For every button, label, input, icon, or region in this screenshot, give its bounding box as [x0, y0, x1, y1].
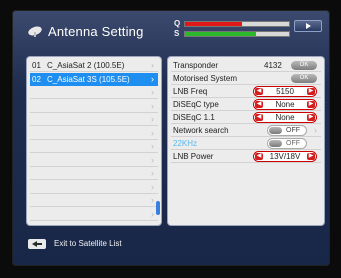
chevron-right-icon: ›	[151, 141, 154, 151]
transponder-value: 4132	[264, 61, 282, 70]
satellite-list-item[interactable]: ›	[30, 140, 158, 153]
chevron-right-icon: ›	[151, 181, 154, 192]
quality-label: Q	[174, 19, 181, 28]
satellite-list-item[interactable]: ›	[30, 181, 158, 194]
satellite-list-item[interactable]: ›	[30, 208, 158, 221]
motorised-ok-button[interactable]: OK	[291, 74, 317, 83]
toggle-knob	[269, 127, 282, 134]
arrow-left-icon[interactable]: ◀	[255, 101, 263, 108]
header: Antenna Setting Q S	[12, 10, 330, 46]
toggle-knob	[269, 140, 282, 147]
arrow-right-icon[interactable]: ▶	[307, 114, 315, 121]
motorised-row[interactable]: Motorised System OK	[171, 72, 321, 85]
satellite-name: C_AsiaSat 2 (100.5E)	[47, 61, 125, 70]
diseqc-type-label: DiSEqC type	[173, 100, 219, 109]
22khz-toggle[interactable]: OFF	[267, 138, 307, 149]
arrow-left-icon[interactable]: ◀	[255, 114, 263, 121]
motorised-label: Motorised System	[173, 74, 238, 83]
satellite-list-item[interactable]: ›	[30, 194, 158, 207]
strength-label: S	[174, 29, 180, 38]
arrow-right-icon[interactable]: ▶	[307, 153, 315, 160]
satellite-list-item[interactable]: ›	[30, 127, 158, 140]
diseqc-type-selector[interactable]: ◀ None ▶	[253, 99, 317, 110]
lnb-freq-selector[interactable]: ◀ 5150 ▶	[253, 86, 317, 97]
arrow-right-icon[interactable]: ▶	[307, 88, 315, 95]
22khz-row[interactable]: 22KHz OFF	[171, 137, 321, 150]
arrow-left-icon[interactable]: ◀	[255, 88, 263, 95]
satellite-list-item[interactable]: ›	[30, 154, 158, 167]
right-triangle-icon	[306, 23, 311, 29]
next-page-button[interactable]	[294, 20, 322, 32]
page-title: Antenna Setting	[48, 24, 144, 39]
chevron-right-icon: ›	[151, 100, 154, 111]
network-search-row[interactable]: Network search OFF ›	[171, 124, 321, 137]
satellite-number: 01	[32, 61, 41, 70]
lnb-freq-row[interactable]: LNB Freq ◀ 5150 ▶	[171, 85, 321, 98]
satellite-list-item[interactable]: ›	[30, 86, 158, 99]
chevron-right-icon: ›	[151, 60, 154, 70]
lnb-power-label: LNB Power	[173, 152, 214, 161]
lnb-freq-value: 5150	[276, 87, 294, 96]
satellite-name: C_AsiaSat 3S (105.5E)	[47, 74, 130, 84]
22khz-value: OFF	[286, 140, 300, 147]
strength-fill	[185, 32, 256, 36]
satellite-list-item[interactable]: 02 C_AsiaSat 3S (105.5E) ›	[30, 72, 158, 86]
diseqc-11-row[interactable]: DiSEqC 1.1 ◀ None ▶	[171, 111, 321, 124]
lnb-freq-label: LNB Freq	[173, 87, 208, 96]
lnb-power-value: 13V/18V	[269, 152, 301, 161]
chevron-right-icon: ›	[151, 127, 154, 138]
chevron-right-icon: ›	[151, 208, 154, 219]
diseqc-type-row[interactable]: DiSEqC type ◀ None ▶	[171, 98, 321, 111]
satellite-list-item[interactable]: ›	[30, 113, 158, 126]
network-search-label: Network search	[173, 126, 229, 135]
satellite-list-item[interactable]: 01 C_AsiaSat 2 (100.5E) ›	[30, 59, 158, 72]
diseqc-11-label: DiSEqC 1.1	[173, 113, 215, 122]
diseqc-11-value: None	[275, 113, 295, 122]
footer: Exit to Satellite List	[26, 237, 326, 257]
signal-meters: Q S	[174, 19, 294, 43]
satellite-dish-icon	[28, 26, 42, 37]
22khz-label: 22KHz	[173, 139, 198, 148]
screen: Antenna Setting Q S 01 C_AsiaSat 2 (100.5…	[12, 10, 330, 266]
satellite-list-item[interactable]: ›	[30, 167, 158, 180]
back-arrow-icon[interactable]	[28, 239, 46, 249]
chevron-right-icon: ›	[151, 195, 154, 205]
lnb-power-row[interactable]: LNB Power ◀ 13V/18V ▶	[171, 150, 321, 163]
diseqc-type-value: None	[275, 100, 295, 109]
chevron-right-icon: ›	[151, 168, 154, 178]
chevron-right-icon: ›	[151, 73, 154, 84]
quality-bar	[184, 21, 290, 27]
list-scrollbar[interactable]	[156, 201, 160, 215]
arrow-right-icon[interactable]: ▶	[307, 101, 315, 108]
transponder-label: Transponder	[173, 61, 219, 70]
chevron-right-icon: ›	[151, 114, 154, 124]
chevron-right-icon: ›	[151, 87, 154, 97]
quality-fill	[185, 22, 243, 26]
chevron-right-icon: ›	[151, 154, 154, 165]
settings-panel: Transponder 4132 OK Motorised System OK …	[167, 56, 325, 226]
strength-bar	[184, 31, 290, 37]
lnb-power-selector[interactable]: ◀ 13V/18V ▶	[253, 151, 317, 162]
satellite-number: 02	[32, 74, 41, 84]
transponder-row[interactable]: Transponder 4132 OK	[171, 59, 321, 72]
diseqc-11-selector[interactable]: ◀ None ▶	[253, 112, 317, 123]
network-search-toggle[interactable]: OFF	[267, 125, 307, 136]
network-search-value: OFF	[286, 127, 300, 134]
chevron-right-icon: ›	[314, 125, 317, 135]
transponder-ok-button[interactable]: OK	[291, 61, 317, 70]
satellite-list-panel: 01 C_AsiaSat 2 (100.5E) › 02 C_AsiaSat 3S (1…	[26, 56, 162, 226]
exit-hint-label: Exit to Satellite List	[54, 239, 122, 248]
satellite-list-item[interactable]: ›	[30, 100, 158, 113]
arrow-left-icon[interactable]: ◀	[255, 153, 263, 160]
